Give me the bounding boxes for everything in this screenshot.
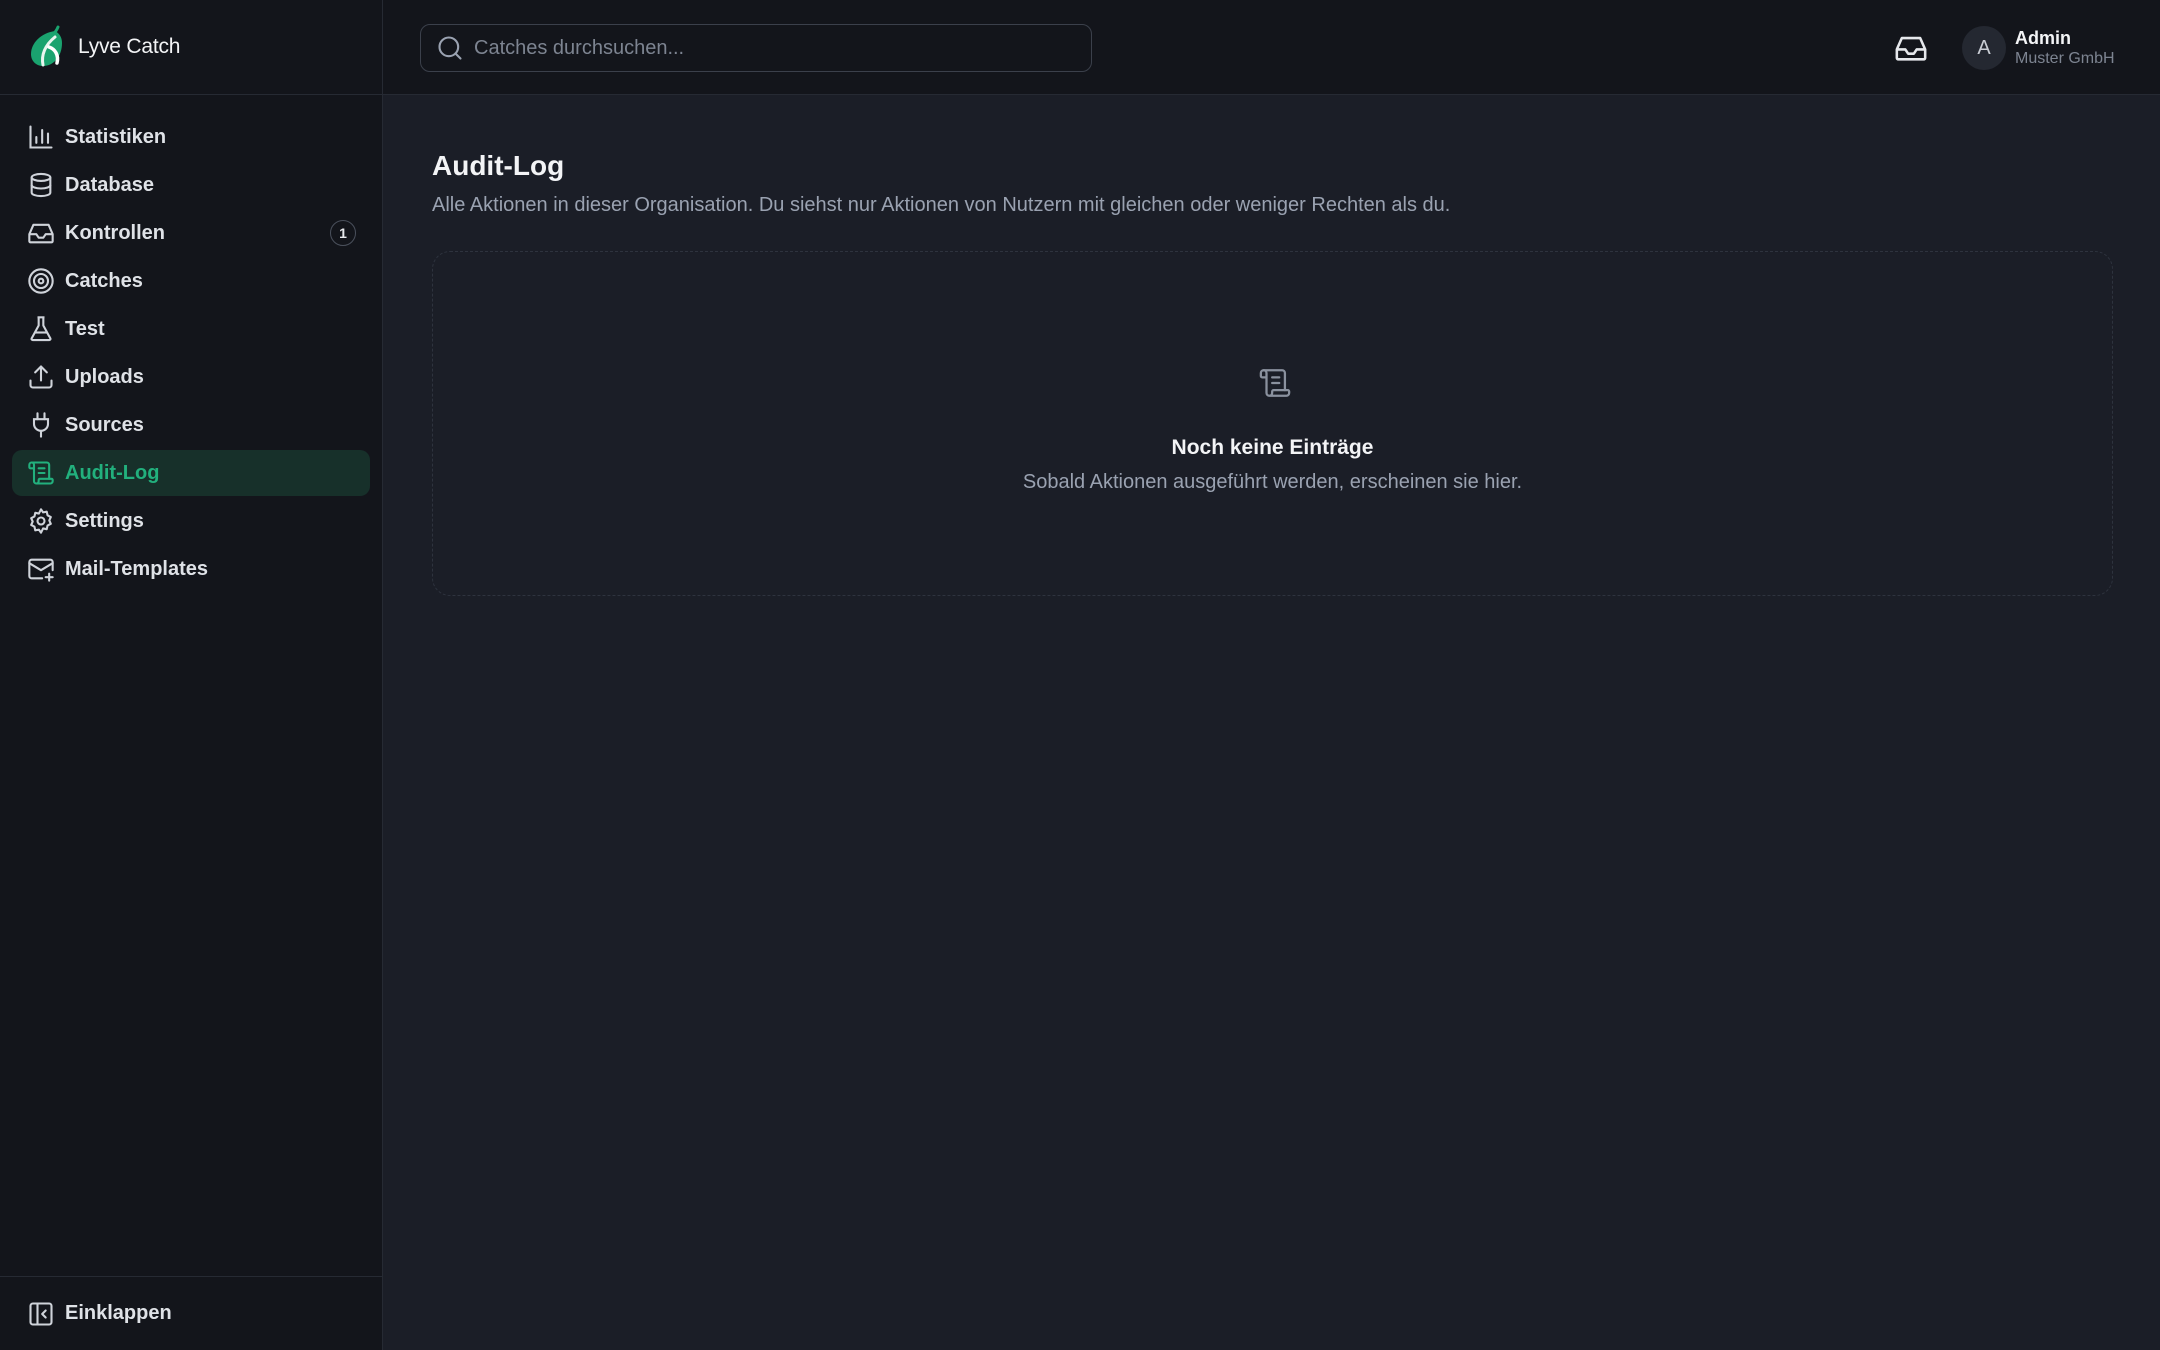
sidebar-item-label: Statistiken [65, 125, 167, 148]
brand-name: Lyve Catch [78, 35, 181, 58]
user-menu[interactable]: Admin Muster GmbH [2015, 27, 2115, 69]
notifications-button[interactable] [1894, 31, 1928, 65]
collapse-label: Einklappen [65, 1302, 172, 1324]
sidebar-item-test[interactable]: Test [12, 306, 370, 352]
sidebar-item-catches[interactable]: Catches [12, 258, 370, 304]
scroll-icon [1258, 366, 1292, 400]
page-title: Audit-Log [432, 150, 565, 181]
topbar: A Admin Muster GmbH [383, 0, 2160, 95]
inbox-icon [27, 219, 55, 247]
collapse-sidebar-button[interactable]: Einklappen [0, 1276, 382, 1350]
sidebar-item-statistiken[interactable]: Statistiken [12, 114, 370, 160]
leaf-logo-icon [31, 25, 62, 67]
scroll-icon [27, 459, 55, 487]
sidebar-item-audit-log[interactable]: Audit-Log [12, 450, 370, 496]
sidebar-item-label: Kontrollen [65, 221, 165, 244]
sidebar-item-label: Test [65, 317, 105, 340]
sidebar-item-label: Settings [65, 509, 144, 532]
brand[interactable]: Lyve Catch [0, 0, 382, 95]
sidebar-item-label: Audit-Log [65, 461, 160, 484]
sidebar-item-label: Sources [65, 413, 144, 436]
avatar[interactable]: A [1962, 26, 2006, 70]
search-icon [438, 36, 462, 60]
sidebar-item-kontrollen[interactable]: Kontrollen 1 [12, 210, 370, 256]
sidebar-nav: Statistiken Database Kontrollen 1 Catche… [0, 95, 382, 592]
sidebar-item-sources[interactable]: Sources [12, 402, 370, 448]
upload-icon [27, 363, 55, 391]
empty-state-title: Noch keine Einträge [1171, 436, 1374, 459]
sidebar-item-label: Mail-Templates [65, 557, 208, 580]
count-badge: 1 [330, 220, 356, 246]
empty-state-text: Sobald Aktionen ausgeführt werden, ersch… [1022, 471, 1523, 493]
bar-chart-icon [27, 123, 55, 151]
sidebar-item-mail-templates[interactable]: Mail-Templates [12, 546, 370, 592]
main-content: Audit-Log Alle Aktionen in dieser Organi… [432, 95, 2113, 596]
sidebar-item-label: Catches [65, 269, 143, 292]
sidebar-item-label: Uploads [65, 365, 144, 388]
search-box[interactable] [420, 24, 1092, 72]
mail-plus-icon [27, 555, 55, 583]
inbox-icon [1895, 36, 1927, 61]
search-input[interactable] [474, 36, 1091, 60]
sidebar: Lyve Catch Statistiken Database Kontroll… [0, 0, 383, 1350]
sidebar-item-uploads[interactable]: Uploads [12, 354, 370, 400]
user-name: Admin [2015, 28, 2071, 48]
gear-icon [27, 507, 55, 535]
target-icon [27, 267, 55, 295]
database-icon [27, 171, 55, 199]
sidebar-item-database[interactable]: Database [12, 162, 370, 208]
sidebar-item-settings[interactable]: Settings [12, 498, 370, 544]
page-subtitle: Alle Aktionen in dieser Organisation. Du… [432, 194, 1451, 216]
sidebar-item-label: Database [65, 173, 154, 196]
user-org: Muster GmbH [2015, 50, 2115, 67]
flask-icon [27, 315, 55, 343]
empty-state: Noch keine Einträge Sobald Aktionen ausg… [432, 251, 2113, 596]
panel-left-close-icon [27, 1300, 55, 1328]
plug-icon [27, 411, 55, 439]
